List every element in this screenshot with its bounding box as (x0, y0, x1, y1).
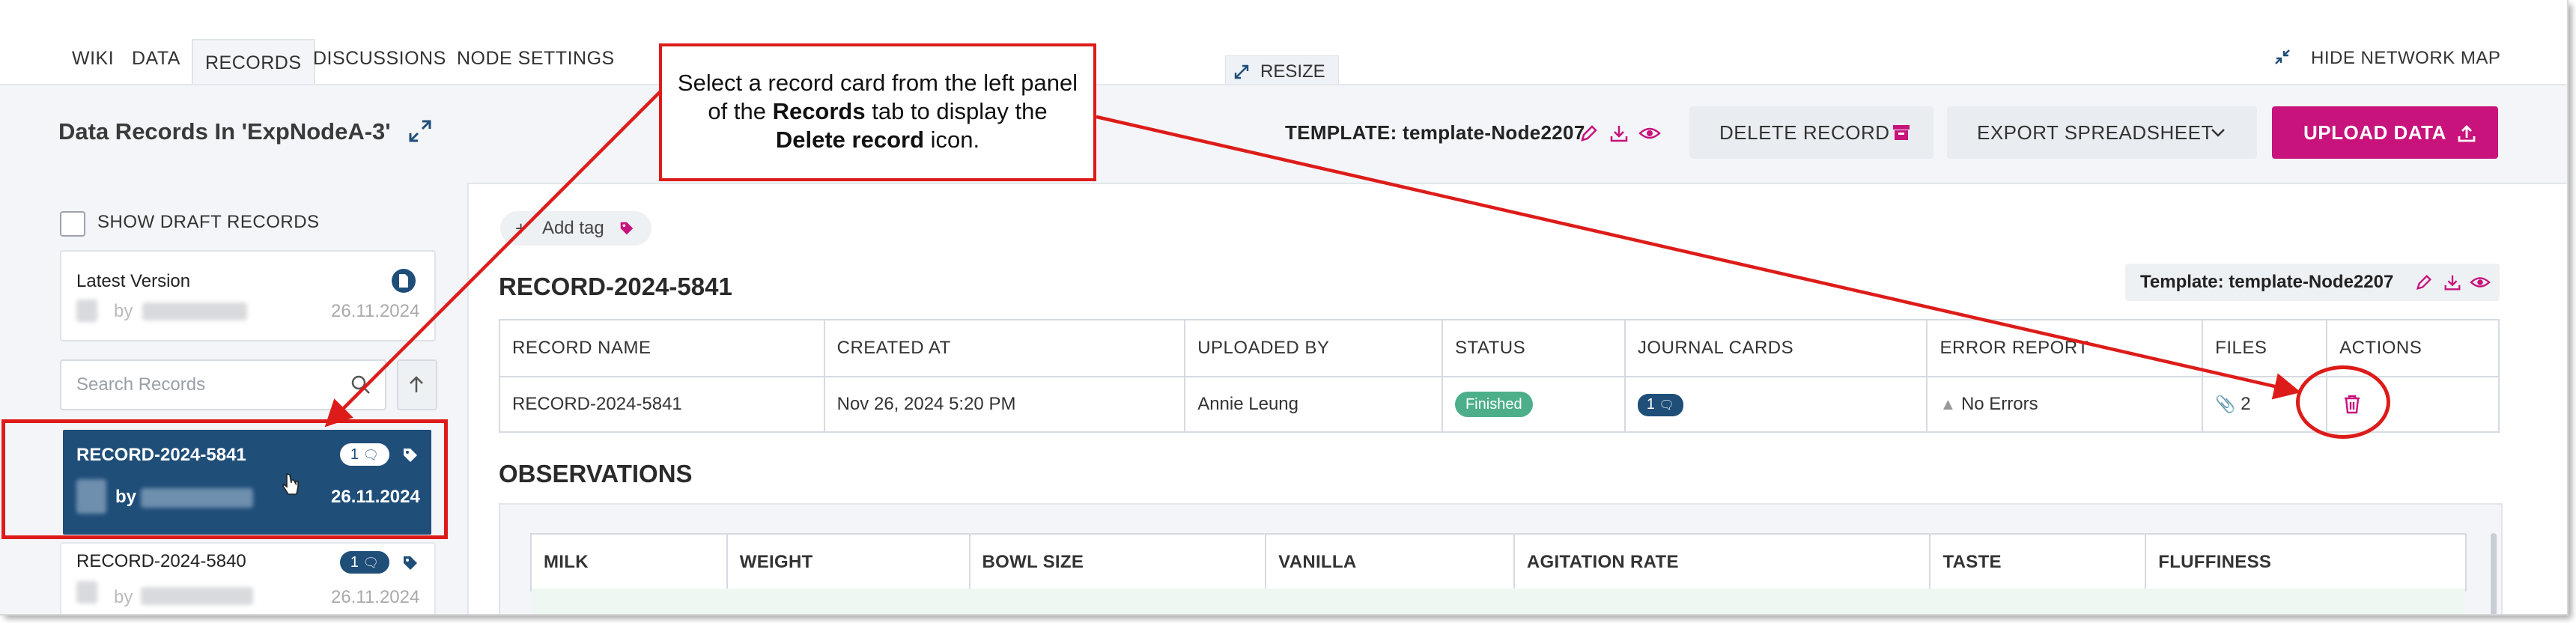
app-frame: WIKI DATA RECORDS DISCUSSIONS NODE SETTI… (0, 0, 2567, 614)
callout-line-2: of the Records tab to display the (662, 97, 1093, 126)
callout-line-1: Select a record card from the left panel (677, 70, 1078, 96)
callout-line-3: Delete record icon. (662, 126, 1093, 154)
callout-text: tab to display the (865, 98, 1048, 124)
callout-bold: Delete record (775, 127, 925, 153)
annotation-callout: Select a record card from the left panel… (659, 43, 1096, 181)
callout-text: icon. (924, 127, 980, 153)
annotation-arrows (324, 88, 2301, 428)
callout-text: of the (708, 98, 773, 124)
callout-bold: Records (772, 98, 866, 124)
